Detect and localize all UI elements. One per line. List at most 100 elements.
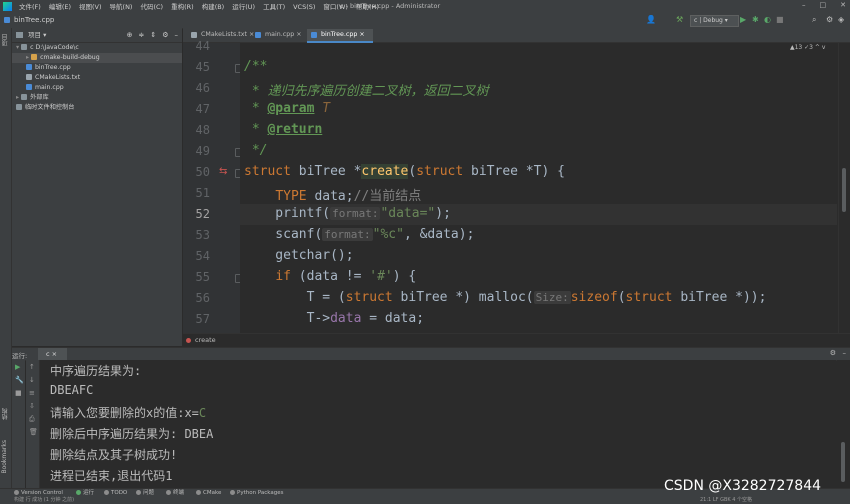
- close-button[interactable]: ✕: [840, 1, 846, 9]
- run-toolbar: ▶ 🔧 ■: [12, 360, 25, 488]
- code-line: * 递归先序遍历创建二叉树，返回二叉树: [244, 84, 489, 99]
- menu-item[interactable]: 文件(F): [15, 3, 45, 11]
- tree-item-label: cmake-build-debug: [40, 54, 100, 61]
- bookmarks-tool-tab[interactable]: Bookmarks: [1, 440, 8, 474]
- user-icon[interactable]: 👤: [646, 15, 656, 24]
- tree-item[interactable]: main.cpp: [12, 83, 182, 93]
- editor-gutter: 44 45 46 47 48 49 50 ⇆ 51 52 53 54 55 56 57: [183, 39, 244, 333]
- menu-item[interactable]: 视图(V): [75, 3, 106, 11]
- menu-item[interactable]: 构建(B): [198, 3, 229, 11]
- print-icon[interactable]: ⎙: [29, 415, 35, 424]
- file-cpp-icon: [311, 32, 317, 38]
- console-line: DBEAFC: [50, 383, 93, 397]
- app-logo-icon: [3, 2, 12, 11]
- file-txt-icon: [26, 74, 32, 80]
- function-icon: [186, 338, 191, 343]
- maximize-button[interactable]: □: [820, 1, 827, 9]
- console-line: 中序遍历结果为:: [50, 362, 141, 379]
- soft-wrap-icon[interactable]: ≡: [29, 389, 35, 397]
- gear-icon[interactable]: ⚙: [830, 349, 836, 357]
- scroll-end-icon[interactable]: ⇩: [29, 402, 35, 410]
- inspection-widget[interactable]: ▲13 ✓3 ^ v: [790, 44, 825, 51]
- console-text: DBEAFC: [50, 383, 94, 397]
- hammer-icon[interactable]: ⚒: [676, 15, 683, 24]
- code-line: */: [244, 143, 268, 158]
- folder-icon: [21, 44, 28, 50]
- scroll-down-icon[interactable]: ↓: [29, 376, 35, 384]
- menu-item[interactable]: 重构(R): [167, 3, 198, 11]
- gear-icon[interactable]: ⚙: [162, 28, 168, 42]
- code-editor[interactable]: /** * 递归先序遍历创建二叉树，返回二叉树 * @param T * @re…: [240, 43, 837, 333]
- console-scrollbar[interactable]: [837, 360, 850, 488]
- scroll-up-icon[interactable]: ↑: [29, 363, 35, 371]
- editor-scrollbar[interactable]: [838, 43, 850, 333]
- editor-scroll-thumb[interactable]: [842, 168, 846, 212]
- tree-item[interactable]: 临时文件和控制台: [12, 103, 182, 113]
- run-icon[interactable]: ▶: [740, 15, 746, 24]
- watermark: CSDN @X3282727844: [664, 478, 822, 494]
- problems-icon: [136, 490, 141, 495]
- code-line: T->data = data;: [244, 311, 425, 326]
- left-tool-strip: 项目 结构 Bookmarks: [0, 28, 12, 488]
- bottom-tool-label: Version Control: [21, 490, 63, 496]
- menu-item[interactable]: 代码(C): [136, 3, 167, 11]
- line-number: 51: [195, 186, 210, 200]
- hide-icon[interactable]: –: [175, 28, 179, 42]
- tree-item-label: main.cpp: [35, 84, 64, 91]
- run-console[interactable]: 中序遍历结果为: DBEAFC 请输入您要删除的x的值:x=C 删除后中序遍历结果为:…: [40, 360, 836, 488]
- wrench-icon[interactable]: 🔧: [15, 376, 24, 384]
- menu-item[interactable]: 编辑(E): [45, 3, 75, 11]
- code-line: struct biTree *create(struct biTree *T) …: [244, 164, 565, 179]
- stop-icon[interactable]: ■: [15, 389, 22, 397]
- collapse-icon[interactable]: ≑: [138, 28, 144, 42]
- menu-item[interactable]: 导航(N): [106, 3, 137, 11]
- expand-icon[interactable]: ⇕: [150, 28, 156, 42]
- hide-icon[interactable]: –: [843, 349, 847, 357]
- navigate-declaration-icon[interactable]: ⇆: [219, 166, 227, 177]
- tree-item-label: 临时文件和控制台: [25, 104, 75, 111]
- tree-item[interactable]: CMakeLists.txt: [12, 73, 182, 83]
- folder-icon: [16, 32, 23, 38]
- minimize-button[interactable]: –: [802, 1, 806, 9]
- structure-tool-tab[interactable]: 结构: [1, 408, 10, 420]
- line-number: 45: [195, 60, 210, 74]
- navigation-bar: binTree.cpp 👤 ⚒ c | Debug ▾ ▶ ✱ ◐ ■ ⌕ ⚙ …: [0, 13, 850, 29]
- status-bar: 构建 行 成功 (1 分钟 之前) 21:1 LF GBK 4 个空格: [0, 497, 850, 504]
- trash-icon[interactable]: 🗑: [29, 428, 38, 436]
- locate-icon[interactable]: ⊕: [127, 28, 133, 42]
- console-scroll-thumb[interactable]: [841, 442, 845, 482]
- jetbrains-icon[interactable]: ◈: [838, 15, 844, 24]
- line-number: 50: [195, 165, 210, 179]
- window-title: c - biniTree.cpp - Administrator: [340, 2, 441, 10]
- tree-item[interactable]: ▸ cmake-build-debug: [12, 53, 182, 63]
- editor-tab[interactable]: binTree.cpp ×: [307, 29, 373, 43]
- vcs-icon: [14, 490, 19, 495]
- stop-icon[interactable]: ■: [776, 15, 784, 24]
- search-icon[interactable]: ⌕: [812, 15, 816, 25]
- code-breadcrumb[interactable]: create: [195, 336, 216, 344]
- terminal-icon: [166, 490, 171, 495]
- menu-item[interactable]: VCS(S): [289, 3, 319, 11]
- code-line: * @param T: [244, 101, 331, 116]
- project-panel: 项目 ▾ ⊕ ≑ ⇕ ⚙ – ▾ c D:\JavaCode\c ▸ cmake-…: [12, 28, 182, 346]
- coverage-icon[interactable]: ◐: [764, 15, 771, 24]
- run-toolbar-secondary: ↑ ↓ ≡ ⇩ ⎙ 🗑: [26, 360, 40, 488]
- rerun-icon[interactable]: ▶: [15, 363, 20, 371]
- status-file-info[interactable]: 21:1 LF GBK 4 个空格: [700, 497, 752, 504]
- nav-breadcrumb[interactable]: binTree.cpp: [14, 16, 54, 24]
- file-cpp-icon: [26, 64, 32, 70]
- line-number: 46: [195, 81, 210, 95]
- code-breadcrumb-bar: create: [183, 333, 850, 347]
- project-tool-tab[interactable]: 项目: [1, 34, 10, 46]
- menu-item[interactable]: 工具(T): [259, 3, 289, 11]
- menu-item[interactable]: 运行(U): [228, 3, 259, 11]
- bottom-tool-label: TODO: [111, 490, 128, 496]
- tree-item[interactable]: ▸ 外部库: [12, 93, 182, 103]
- editor-tab[interactable]: main.cpp ×: [251, 29, 309, 41]
- run-configuration-select[interactable]: c | Debug ▾: [690, 15, 739, 27]
- tree-item[interactable]: ▾ c D:\JavaCode\c: [12, 43, 182, 53]
- tree-item[interactable]: binTree.cpp: [12, 63, 182, 73]
- settings-icon[interactable]: ⚙: [826, 15, 833, 24]
- project-view-select[interactable]: 项目 ▾: [28, 31, 46, 39]
- debug-icon[interactable]: ✱: [752, 15, 759, 24]
